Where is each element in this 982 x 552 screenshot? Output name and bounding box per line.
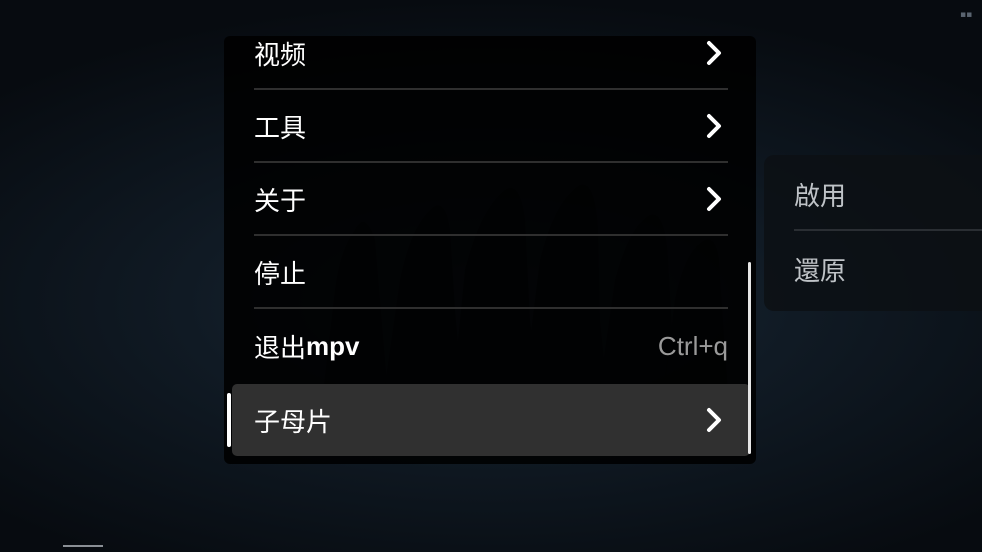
menu-item-label: 停止 bbox=[254, 259, 307, 290]
menu-item-label: 视频 bbox=[254, 40, 307, 71]
keyboard-shortcut: Ctrl+q bbox=[657, 330, 728, 361]
selection-indicator bbox=[227, 393, 231, 447]
chevron-right-icon bbox=[707, 114, 721, 138]
menu-item-picture-in-picture[interactable]: 子母片 bbox=[232, 384, 750, 456]
context-menu: 视频 工具 关于 停止 退出 mpv Ctrl+q 子母片 bbox=[224, 36, 756, 464]
menu-item-tools[interactable]: 工具 bbox=[254, 91, 728, 163]
menu-item-about[interactable]: 关于 bbox=[254, 164, 728, 236]
submenu-item-enable[interactable]: 啟用 bbox=[794, 159, 982, 231]
submenu-item-restore[interactable]: 還原 bbox=[794, 233, 982, 305]
menu-item-label-latin: mpv bbox=[306, 330, 360, 361]
chevron-right-icon bbox=[707, 41, 721, 65]
menu-scrollbar[interactable] bbox=[748, 262, 751, 454]
submenu-item-label: 還原 bbox=[794, 256, 847, 287]
menu-item-label: 子母片 bbox=[254, 407, 333, 438]
menu-item-label: 工具 bbox=[254, 113, 307, 144]
chevron-right-icon bbox=[707, 187, 721, 211]
progress-bar-fragment bbox=[63, 545, 103, 547]
submenu-item-label: 啟用 bbox=[794, 181, 847, 212]
menu-item-label-cjk: 退出 bbox=[254, 333, 307, 364]
menu-item-label: 退出 mpv bbox=[254, 328, 359, 365]
submenu-picture-in-picture: 啟用 還原 bbox=[764, 155, 982, 311]
chevron-right-icon bbox=[707, 408, 721, 432]
menu-item-stop[interactable]: 停止 bbox=[254, 237, 728, 309]
corner-indicator-icon: ▪▪ bbox=[960, 10, 973, 20]
menu-item-label: 关于 bbox=[254, 186, 307, 217]
menu-item-quit[interactable]: 退出 mpv Ctrl+q bbox=[254, 310, 728, 382]
menu-item-video[interactable]: 视频 bbox=[254, 36, 728, 90]
